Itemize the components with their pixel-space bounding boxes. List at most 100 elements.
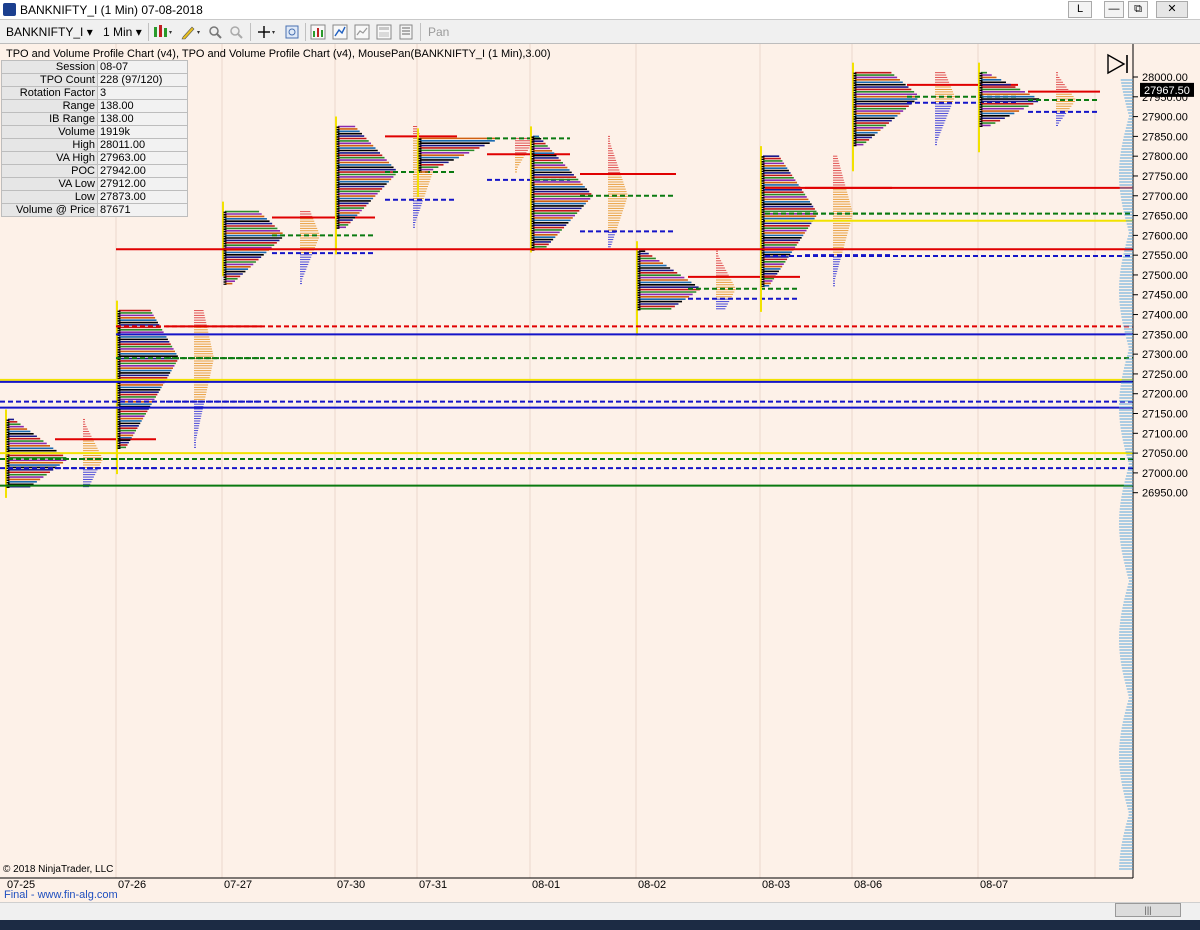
toolbar-separator bbox=[148, 23, 149, 41]
info-value: 27963.00 bbox=[97, 151, 188, 165]
info-value: 138.00 bbox=[97, 99, 188, 113]
chart-toolbar: BANKNIFTY_I ▾ 1 Min ▾ Pan bbox=[0, 20, 1200, 44]
horizontal-scrollbar-thumb[interactable]: ||| bbox=[1115, 903, 1181, 917]
info-label: Low bbox=[1, 190, 98, 204]
scroll-to-end-icon[interactable] bbox=[1107, 53, 1126, 75]
chevron-down-icon: ▾ bbox=[86, 25, 93, 39]
y-tick-label: 27250.00 bbox=[1142, 369, 1188, 381]
close-button[interactable]: ✕ bbox=[1156, 1, 1188, 18]
toolbar-separator bbox=[250, 23, 251, 41]
y-tick-label: 27200.00 bbox=[1142, 389, 1188, 401]
y-tick-label: 27000.00 bbox=[1142, 468, 1188, 480]
y-tick-label: 26950.00 bbox=[1142, 488, 1188, 500]
info-row: IB Range 138.00 bbox=[1, 112, 188, 126]
y-tick-label: 27600.00 bbox=[1142, 230, 1188, 242]
y-tick-label: 27050.00 bbox=[1142, 448, 1188, 460]
info-row: VA High 27963.00 bbox=[1, 151, 188, 165]
info-label: Volume @ Price bbox=[1, 203, 98, 217]
session-info-table: Session 08-07 TPO Count 228 (97/120) Rotatio… bbox=[1, 60, 188, 217]
info-label: POC bbox=[1, 164, 98, 178]
crosshair-icon[interactable] bbox=[256, 24, 278, 40]
y-tick-label: 27100.00 bbox=[1142, 428, 1188, 440]
interval-selector[interactable]: 1 Min ▾ bbox=[103, 23, 142, 41]
x-tick-label: 08-07 bbox=[980, 879, 1008, 891]
x-tick-label: 07-30 bbox=[337, 879, 365, 891]
y-tick-label: 27150.00 bbox=[1142, 409, 1188, 421]
y-tick-label: 27800.00 bbox=[1142, 151, 1188, 163]
app-icon bbox=[3, 3, 16, 16]
zoom-out-icon[interactable] bbox=[228, 24, 244, 40]
info-value: 08-07 bbox=[97, 60, 188, 74]
strategies-icon[interactable] bbox=[332, 24, 348, 40]
info-value: 228 (97/120) bbox=[97, 73, 188, 87]
x-tick-label: 08-03 bbox=[762, 879, 790, 891]
toolbar-separator bbox=[305, 23, 306, 41]
zoom-in-icon[interactable] bbox=[207, 24, 223, 40]
indicators-icon[interactable] bbox=[310, 24, 326, 40]
toolbar-separator bbox=[420, 23, 421, 41]
x-tick-label: 07-26 bbox=[118, 879, 146, 891]
info-row: Range 138.00 bbox=[1, 99, 188, 113]
info-row: VA Low 27912.00 bbox=[1, 177, 188, 191]
info-row: POC 27942.00 bbox=[1, 164, 188, 178]
x-tick-label: 07-31 bbox=[419, 879, 447, 891]
y-tick-label: 27650.00 bbox=[1142, 211, 1188, 223]
templates-icon[interactable] bbox=[376, 24, 392, 40]
info-label: High bbox=[1, 138, 98, 152]
info-row: Rotation Factor 3 bbox=[1, 86, 188, 100]
info-label: Session bbox=[1, 60, 98, 74]
x-tick-label: 08-02 bbox=[638, 879, 666, 891]
info-value: 27942.00 bbox=[97, 164, 188, 178]
chevron-down-icon: ▾ bbox=[135, 25, 142, 39]
pan-button[interactable]: Pan bbox=[428, 23, 449, 41]
window-titlebar: BANKNIFTY_I (1 Min) 07-08-2018 L — ⧉ ✕ bbox=[0, 0, 1200, 20]
info-row: TPO Count 228 (97/120) bbox=[1, 73, 188, 87]
bar-style-icon[interactable] bbox=[152, 24, 174, 40]
link-button[interactable]: L bbox=[1068, 1, 1092, 18]
info-label: VA Low bbox=[1, 177, 98, 191]
instrument-selector[interactable]: BANKNIFTY_I ▾ bbox=[6, 23, 93, 41]
info-value: 27873.00 bbox=[97, 190, 188, 204]
indicator-label: TPO and Volume Profile Chart (v4), TPO a… bbox=[6, 48, 551, 60]
y-tick-label: 27900.00 bbox=[1142, 112, 1188, 124]
x-tick-label: 08-06 bbox=[854, 879, 882, 891]
y-tick-label: 27300.00 bbox=[1142, 349, 1188, 361]
instrument-label: BANKNIFTY_I bbox=[6, 25, 84, 39]
y-tick-label: 27350.00 bbox=[1142, 329, 1188, 341]
info-value: 3 bbox=[97, 86, 188, 100]
y-tick-label: 27500.00 bbox=[1142, 270, 1188, 282]
draw-pencil-icon[interactable] bbox=[180, 24, 202, 40]
info-label: Volume bbox=[1, 125, 98, 139]
minimize-button[interactable]: — bbox=[1104, 1, 1124, 18]
dom-icon[interactable] bbox=[398, 24, 414, 40]
y-tick-label: 27400.00 bbox=[1142, 310, 1188, 322]
current-price-label: 27967.50 bbox=[1144, 85, 1190, 97]
info-value: 138.00 bbox=[97, 112, 188, 126]
y-tick-label: 28000.00 bbox=[1142, 72, 1188, 84]
info-label: TPO Count bbox=[1, 73, 98, 87]
y-tick-label: 27750.00 bbox=[1142, 171, 1188, 183]
status-footer: Final - www.fin-alg.com bbox=[0, 889, 1200, 920]
info-label: IB Range bbox=[1, 112, 98, 126]
info-row: High 28011.00 bbox=[1, 138, 188, 152]
interval-label: 1 Min bbox=[103, 25, 133, 39]
y-tick-label: 27550.00 bbox=[1142, 250, 1188, 262]
info-row: Session 08-07 bbox=[1, 60, 188, 74]
os-taskbar bbox=[0, 920, 1200, 930]
x-tick-label: 08-01 bbox=[532, 879, 560, 891]
info-label: Range bbox=[1, 99, 98, 113]
restore-button[interactable]: ⧉ bbox=[1128, 1, 1148, 18]
window-title: BANKNIFTY_I (1 Min) 07-08-2018 bbox=[20, 3, 203, 17]
y-tick-label: 27450.00 bbox=[1142, 290, 1188, 302]
chart-properties-icon[interactable] bbox=[354, 24, 370, 40]
info-label: VA High bbox=[1, 151, 98, 165]
x-tick-label: 07-27 bbox=[224, 879, 252, 891]
y-tick-label: 27850.00 bbox=[1142, 131, 1188, 143]
info-value: 27912.00 bbox=[97, 177, 188, 191]
info-label: Rotation Factor bbox=[1, 86, 98, 100]
footer-link[interactable]: Final - www.fin-alg.com bbox=[4, 889, 118, 901]
copyright-text: © 2018 NinjaTrader, LLC bbox=[3, 864, 114, 875]
info-value: 28011.00 bbox=[97, 138, 188, 152]
info-value: 1919k bbox=[97, 125, 188, 139]
data-box-icon[interactable] bbox=[284, 24, 300, 40]
